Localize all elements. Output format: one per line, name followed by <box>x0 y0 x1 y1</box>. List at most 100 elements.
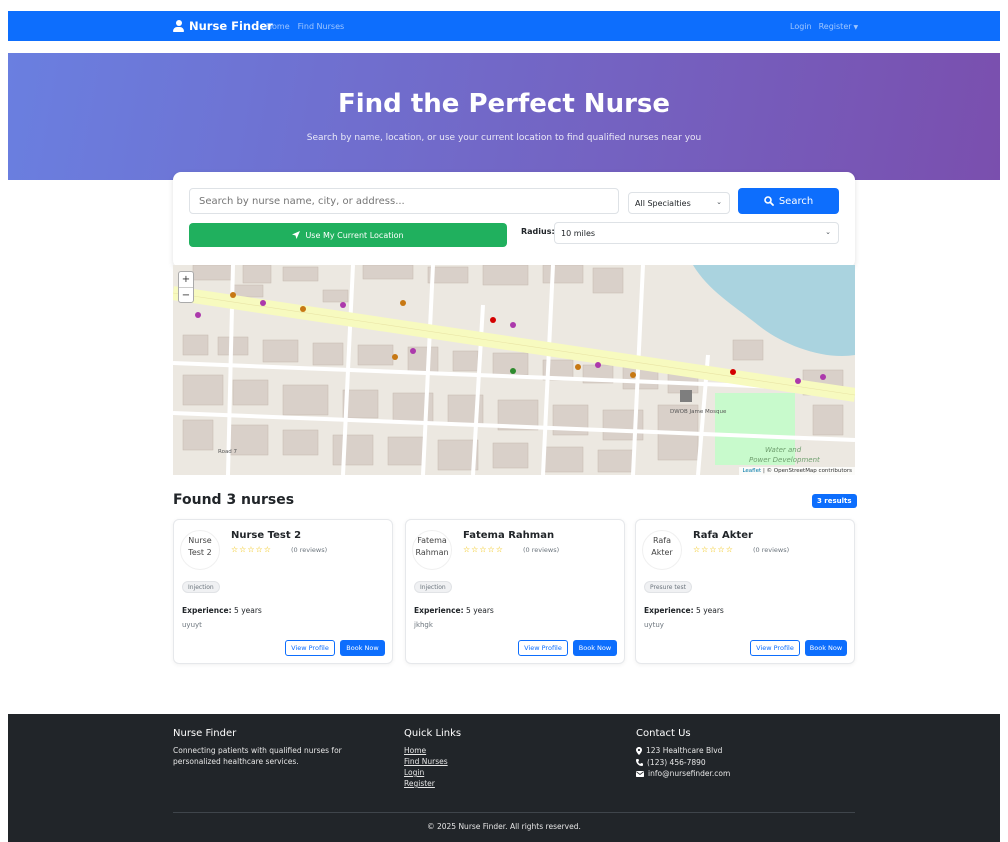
brand-name: Nurse Finder <box>189 19 273 33</box>
map-label-power: Power Development <box>749 456 820 464</box>
nurse-description: uyuyt <box>182 621 202 629</box>
chevron-down-icon: ⌄ <box>825 228 831 236</box>
nurse-name: Rafa Akter <box>693 530 753 541</box>
nav-register-dropdown[interactable]: Register ▼ <box>819 22 859 31</box>
footer-links-title: Quick Links <box>404 728 462 739</box>
review-count: (0 reviews) <box>291 546 328 554</box>
footer-link-home[interactable]: Home <box>404 745 461 756</box>
footer-phone: (123) 456-7890 <box>636 757 730 769</box>
rating-stars-icon: ☆☆☆☆☆ <box>693 545 734 554</box>
nurse-avatar: Rafa Akter <box>642 530 682 570</box>
footer-about: Nurse Finder Connecting patients with qu… <box>173 728 363 767</box>
nurse-name: Fatema Rahman <box>463 530 555 541</box>
navbar: Nurse Finder Home Find Nurses Login Regi… <box>8 11 1000 41</box>
experience-label: Experience: <box>182 606 232 615</box>
search-icon <box>764 196 774 206</box>
view-profile-button[interactable]: View Profile <box>285 640 335 656</box>
book-now-button[interactable]: Book Now <box>340 640 385 656</box>
hero-banner: Find the Perfect Nurse Search by name, l… <box>8 53 1000 180</box>
rating-stars-icon: ☆☆☆☆☆ <box>463 545 504 554</box>
specialty-badge: Injection <box>414 581 452 593</box>
book-now-button[interactable]: Book Now <box>805 640 847 656</box>
footer-divider <box>173 812 855 813</box>
nurse-card: Nurse Test 2 Nurse Test 2 ☆☆☆☆☆ (0 revie… <box>173 519 393 664</box>
radius-label: Radius: <box>521 227 555 236</box>
experience-label: Experience: <box>644 606 694 615</box>
search-button-label: Search <box>778 195 814 207</box>
brand-link[interactable]: Nurse Finder <box>173 11 273 41</box>
experience-label: Experience: <box>414 606 464 615</box>
map-marker-icon <box>636 746 642 755</box>
nav-links: Home Find Nurses <box>266 11 344 41</box>
hero-subtitle: Search by name, location, or use your cu… <box>306 133 702 143</box>
radius-select[interactable]: 10 miles ⌄ <box>554 222 839 244</box>
nurse-experience: Experience: 5 years <box>182 606 262 615</box>
map-attribution: Leaflet | © OpenStreetMap contributors <box>739 467 855 475</box>
leaflet-link[interactable]: Leaflet <box>742 468 761 474</box>
chevron-down-icon: ⌄ <box>716 198 722 206</box>
envelope-icon <box>636 770 644 777</box>
specialty-badge: Injection <box>182 581 220 593</box>
nav-link-home[interactable]: Home <box>266 22 290 31</box>
nurse-name: Nurse Test 2 <box>231 530 302 541</box>
map-label-water: Water and <box>765 446 802 454</box>
specialty-badge: Presure test <box>644 581 692 593</box>
experience-value: 5 years <box>234 606 262 615</box>
footer-email-text: info@nursefinder.com <box>648 769 731 778</box>
results-count-badge: 3 results <box>812 494 857 508</box>
experience-value: 5 years <box>696 606 724 615</box>
book-now-button[interactable]: Book Now <box>573 640 617 656</box>
hero-title: Find the Perfect Nurse <box>337 89 671 119</box>
map-view[interactable]: DWOB Jame Mosque Water and Power Develop… <box>173 265 855 475</box>
use-location-label: Use My Current Location <box>305 230 404 240</box>
nav-link-find-nurses[interactable]: Find Nurses <box>298 22 345 31</box>
nav-register-label: Register <box>818 21 852 31</box>
rating-stars-icon: ☆☆☆☆☆ <box>231 545 272 554</box>
user-nurse-icon <box>173 20 184 32</box>
view-profile-button[interactable]: View Profile <box>518 640 568 656</box>
footer-link-login[interactable]: Login <box>404 767 461 778</box>
footer-phone-text: (123) 456-7890 <box>647 757 706 767</box>
footer-email: info@nursefinder.com <box>636 768 730 780</box>
copyright: © 2025 Nurse Finder. All rights reserved… <box>427 822 581 831</box>
zoom-out-button[interactable]: − <box>179 287 193 302</box>
footer-quick-links: Quick Links Home Find Nurses Login Regis… <box>404 728 461 789</box>
footer-contact-title: Contact Us <box>636 728 691 739</box>
phone-icon <box>636 758 643 766</box>
use-location-button[interactable]: Use My Current Location <box>189 223 507 247</box>
results-title: Found 3 nurses <box>173 492 295 508</box>
search-input[interactable] <box>189 188 619 214</box>
nurse-description: jkhgk <box>414 621 433 629</box>
footer-link-register[interactable]: Register <box>404 778 461 789</box>
map-label-road: Road 7 <box>218 449 238 455</box>
footer-address-text: 123 Healthcare Blvd <box>646 746 723 755</box>
nurse-description: uytuy <box>644 621 664 629</box>
review-count: (0 reviews) <box>753 546 790 554</box>
footer-link-find-nurses[interactable]: Find Nurses <box>404 756 461 767</box>
nurse-card: Fatema Rahman Fatema Rahman ☆☆☆☆☆ (0 rev… <box>405 519 625 664</box>
specialty-select[interactable]: All Specialties ⌄ <box>628 192 730 214</box>
footer-about-text: Connecting patients with qualified nurse… <box>173 746 342 766</box>
specialty-select-value: All Specialties <box>635 198 691 208</box>
view-profile-button[interactable]: View Profile <box>750 640 800 656</box>
footer-contact: Contact Us 123 Healthcare Blvd (123) 456… <box>636 728 730 780</box>
search-card: All Specialties ⌄ Search Use My Current … <box>173 172 855 268</box>
nav-link-login[interactable]: Login <box>790 22 812 31</box>
footer-about-title: Nurse Finder <box>173 728 237 739</box>
osm-attribution: | © OpenStreetMap contributors <box>762 468 852 474</box>
map-label-mosque: DWOB Jame Mosque <box>670 409 727 415</box>
search-button[interactable]: Search <box>738 188 839 214</box>
map-tiles: DWOB Jame Mosque Water and Power Develop… <box>173 265 855 475</box>
radius-select-value: 10 miles <box>561 228 596 238</box>
experience-value: 5 years <box>466 606 494 615</box>
nav-auth: Login Register ▼ <box>790 11 858 41</box>
nurse-card: Rafa Akter Rafa Akter ☆☆☆☆☆ (0 reviews) … <box>635 519 855 664</box>
nurse-avatar: Fatema Rahman <box>412 530 452 570</box>
location-arrow-icon <box>292 231 301 239</box>
caret-down-icon: ▼ <box>853 23 859 31</box>
nurse-avatar: Nurse Test 2 <box>180 530 220 570</box>
review-count: (0 reviews) <box>523 546 560 554</box>
footer: Nurse Finder Connecting patients with qu… <box>8 714 1000 842</box>
zoom-in-button[interactable]: + <box>179 272 193 287</box>
nurse-experience: Experience: 5 years <box>644 606 724 615</box>
